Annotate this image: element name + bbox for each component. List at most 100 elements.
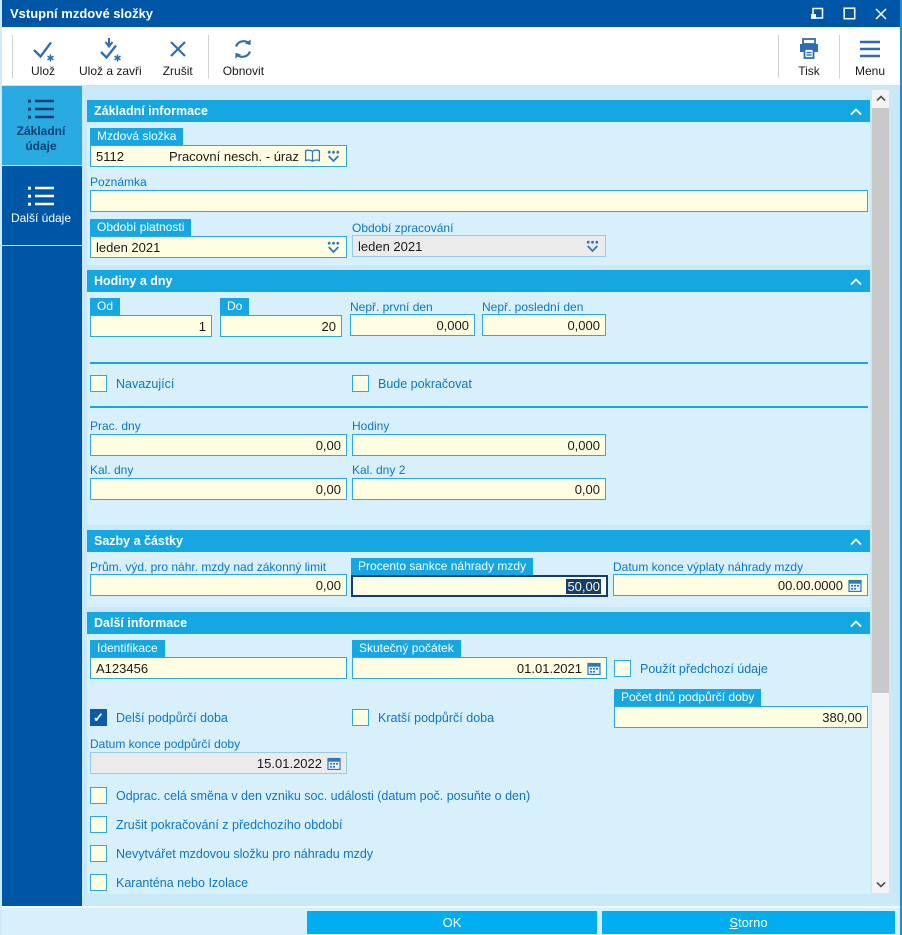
field-do: Do 20 (220, 298, 342, 337)
scrollbar-thumb[interactable] (872, 108, 889, 693)
checkbox-delsi-podpurci-doba[interactable]: Delší podpůrčí doba (90, 709, 352, 726)
save-close-button[interactable]: Ulož a zavři (69, 31, 152, 82)
od-label: Od (90, 298, 121, 315)
window-close-button[interactable] (868, 3, 894, 25)
refresh-arrows-icon (230, 35, 256, 63)
obdobi-platnosti-value: leden 2021 (96, 239, 161, 255)
checkbox-box[interactable] (90, 709, 107, 726)
datum-konce-vyplaty-input[interactable]: 00.00.0000 (613, 574, 868, 596)
prum-vyd-input[interactable]: 0,00 (90, 574, 347, 596)
kal-dny-2-label: Kal. dny 2 (352, 463, 406, 477)
section-hodiny-a-dny: Hodiny a dny Od 1 Do 20 Nepř. první den … (87, 270, 870, 525)
scrollbar-up-button[interactable] (872, 90, 889, 107)
checkbox-bude-pokracovat[interactable]: Bude pokračovat (352, 375, 472, 392)
down-arrow-check-icon (97, 35, 124, 63)
checkbox-box[interactable] (90, 375, 107, 392)
chevron-up-icon[interactable] (849, 277, 863, 286)
checkbox-pouzit-predchozi-udaje[interactable]: Použít předchozí údaje (614, 660, 768, 677)
nepr-prvni-den-input[interactable]: 0,000 (350, 314, 475, 336)
kal-dny-input[interactable]: 0,00 (90, 478, 347, 500)
mzdova-slozka-input[interactable]: 5112 Pracovní nesch. - úraz (90, 145, 347, 167)
od-input[interactable]: 1 (90, 315, 212, 337)
calendar-icon (327, 756, 341, 770)
skutecny-pocatek-input[interactable]: 01.01.2021 (352, 657, 607, 679)
scrollbar-down-button[interactable] (872, 876, 889, 893)
checkbox-zrusit-pokracovani[interactable]: Zrušit pokračování z předchozího období (90, 816, 870, 833)
section-sazby-a-castky: Sazby a částky Prům. výd. pro náhr. mzdy… (87, 530, 870, 607)
section-title: Základní informace (94, 104, 208, 118)
prum-vyd-label: Prům. výd. pro náhr. mzdy nad zákonný li… (90, 560, 327, 574)
hodiny-input[interactable]: 0,000 (352, 434, 606, 456)
prac-dny-input[interactable]: 0,00 (90, 434, 347, 456)
obdobi-platnosti-label: Období platnosti (90, 219, 192, 236)
pocet-dnu-input[interactable]: 380,00 (614, 706, 868, 728)
do-input[interactable]: 20 (220, 315, 342, 337)
kal-dny-label: Kal. dny (90, 463, 134, 477)
section-title: Další informace (94, 616, 188, 630)
check-star-icon (30, 35, 57, 63)
vertical-scrollbar[interactable] (872, 90, 889, 893)
x-icon (167, 35, 189, 63)
mzdova-slozka-label: Mzdová složka (90, 128, 184, 145)
chevron-up-icon[interactable] (849, 537, 863, 546)
save-button[interactable]: Ulož (17, 31, 69, 82)
dots-chevron-icon (585, 240, 600, 253)
field-skutecny-pocatek: Skutečný počátek 01.01.2021 (352, 640, 607, 679)
menu-button[interactable]: Menu (844, 31, 896, 82)
print-button[interactable]: Tisk (783, 31, 835, 82)
checkbox-box[interactable] (90, 787, 107, 804)
obdobi-platnosti-input[interactable]: leden 2021 (90, 236, 347, 258)
od-value: 1 (198, 318, 206, 334)
chevron-up-icon[interactable] (849, 619, 863, 628)
checkbox-box[interactable] (614, 660, 631, 677)
print-label: Tisk (798, 64, 820, 78)
obdobi-zpracovani-value: leden 2021 (358, 238, 423, 254)
sidebar-item-zakladni-udaje[interactable]: Základní údaje (2, 86, 82, 166)
sidebar-item-label: Základní údaje (16, 123, 66, 153)
sidebar-item-dalsi-udaje[interactable]: Další údaje (2, 166, 82, 246)
window-restore-button[interactable] (804, 3, 830, 25)
checkbox-navazujici[interactable]: Navazující (90, 375, 352, 392)
checkbox-nevytvaret-slozku[interactable]: Nevytvářet mzdovou složku pro náhradu mz… (90, 845, 870, 862)
obdobi-zpracovani-label: Období zpracování (352, 221, 454, 235)
calendar-icon[interactable] (848, 578, 862, 592)
prac-dny-label: Prac. dny (90, 419, 141, 433)
storno-button[interactable]: Storno (602, 911, 895, 934)
window-maximize-button[interactable] (836, 3, 862, 25)
toolbar-separator (778, 35, 779, 78)
checkbox-odprac-cela-smena[interactable]: Odprac. celá směna v den vzniku soc. udá… (90, 787, 870, 804)
identifikace-input[interactable]: A123456 (90, 657, 347, 679)
window-controls (804, 3, 900, 25)
checkbox-karantena-izolace[interactable]: Karanténa nebo Izolace (90, 874, 870, 891)
nepr-posledni-den-input[interactable]: 0,000 (482, 314, 606, 336)
checkbox-box[interactable] (352, 709, 369, 726)
ok-button[interactable]: OK (307, 911, 597, 934)
sidebar-item-label: Další údaje (10, 211, 72, 225)
chevron-up-icon[interactable] (849, 107, 863, 116)
checkbox-label: Delší podpůrčí doba (116, 710, 228, 725)
titlebar: Vstupní mzdové složky (2, 0, 900, 27)
checkbox-label: Navazující (116, 376, 175, 391)
menu-label: Menu (854, 64, 886, 78)
section-header: Hodiny a dny (87, 270, 870, 292)
checkbox-box[interactable] (90, 845, 107, 862)
open-book-icon[interactable] (304, 149, 321, 163)
checkbox-box[interactable] (90, 816, 107, 833)
dots-chevron-icon[interactable] (326, 241, 341, 254)
procento-sankce-input[interactable]: 50,00 (351, 575, 608, 597)
checkbox-kratsi-podpurci-doba[interactable]: Kratší podpůrčí doba (352, 709, 614, 726)
checkbox-box[interactable] (90, 874, 107, 891)
close-icon (874, 7, 888, 21)
checkbox-box[interactable] (352, 375, 369, 392)
window-title: Vstupní mzdové složky (10, 6, 154, 21)
cancel-button[interactable]: Zrušit (152, 31, 204, 82)
list-icon (26, 185, 56, 207)
calendar-icon[interactable] (587, 661, 601, 675)
procento-sankce-value: 50,00 (566, 578, 601, 594)
dots-chevron-icon[interactable] (326, 150, 341, 163)
poznamka-input[interactable] (90, 190, 868, 212)
checkbox-label: Zrušit pokračování z předchozího období (116, 817, 343, 832)
kal-dny-2-input[interactable]: 0,00 (352, 478, 606, 500)
refresh-button[interactable]: Obnovit (213, 31, 274, 82)
skutecny-pocatek-label: Skutečný počátek (352, 640, 461, 657)
